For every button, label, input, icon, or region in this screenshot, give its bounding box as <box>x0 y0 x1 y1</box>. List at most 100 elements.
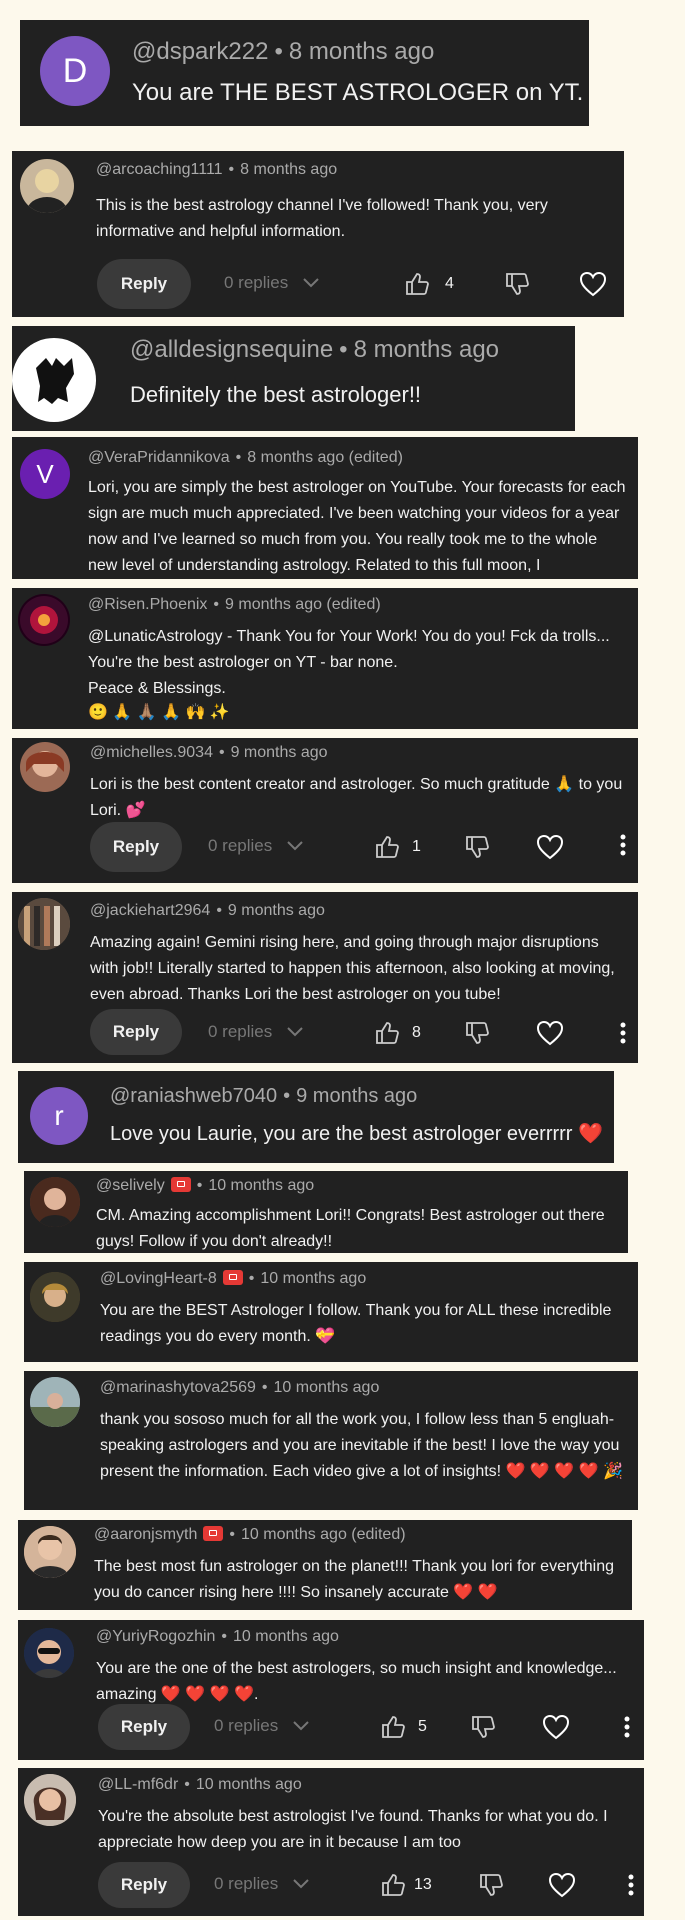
timestamp[interactable]: 8 months ago <box>354 336 499 363</box>
author-handle[interactable]: @dspark222 <box>132 38 268 65</box>
like-icon[interactable] <box>374 834 400 860</box>
more-options-icon[interactable] <box>624 1716 630 1738</box>
person-photo-icon <box>30 1377 80 1427</box>
dislike-icon[interactable] <box>464 834 490 860</box>
comment-header: @aaronjsmyth • 10 months ago (edited) <box>94 1526 406 1543</box>
comment-card: r @raniashweb7040 • 9 months ago Love you … <box>18 1071 614 1163</box>
person-photo-icon <box>30 1177 80 1227</box>
replies-toggle[interactable]: 0 replies <box>208 1022 304 1042</box>
like-count: 4 <box>445 275 454 292</box>
replies-toggle[interactable]: 0 replies <box>214 1716 310 1736</box>
comment-text: You are the BEST Astrologer I follow. Th… <box>100 1302 612 1345</box>
avatar[interactable] <box>30 1272 80 1322</box>
reply-button[interactable]: Reply <box>98 1704 190 1750</box>
avatar[interactable] <box>12 338 96 422</box>
author-handle[interactable]: @marinashytova2569 <box>100 1379 256 1396</box>
timestamp[interactable]: 9 months ago <box>231 744 328 761</box>
author-handle[interactable]: @LovingHeart-8 <box>100 1270 217 1287</box>
avatar[interactable] <box>30 1377 80 1427</box>
comment-card: D @dspark222 • 8 months ago You are THE BE… <box>20 20 589 126</box>
timestamp[interactable]: 10 months ago <box>233 1628 339 1645</box>
heart-icon[interactable] <box>542 1714 570 1740</box>
replies-count: 0 replies <box>224 273 289 292</box>
reply-button[interactable]: Reply <box>97 259 191 309</box>
like-count: 13 <box>414 1876 432 1893</box>
timestamp[interactable]: 8 months ago (edited) <box>247 449 403 466</box>
like-icon[interactable] <box>374 1020 400 1046</box>
heart-icon[interactable] <box>548 1872 576 1898</box>
replies-toggle[interactable]: 0 replies <box>208 836 304 856</box>
author-handle[interactable]: @michelles.9034 <box>90 744 213 761</box>
reply-button[interactable]: Reply <box>90 1009 182 1055</box>
comment-header: @YuriyRogozhin • 10 months ago <box>96 1628 339 1645</box>
avatar[interactable] <box>18 594 70 646</box>
replies-count: 0 replies <box>214 1716 279 1735</box>
like-count: 5 <box>418 1718 427 1735</box>
avatar[interactable] <box>20 742 70 792</box>
author-handle[interactable]: @arcoaching1111 <box>96 161 223 178</box>
reply-button[interactable]: Reply <box>90 822 182 872</box>
author-handle[interactable]: @jackiehart2964 <box>90 902 210 919</box>
author-handle[interactable]: @LL-mf6dr <box>98 1776 178 1793</box>
avatar[interactable] <box>30 1177 80 1227</box>
avatar[interactable]: D <box>40 36 110 106</box>
like-count: 8 <box>412 1024 421 1041</box>
comment-actions: Reply 0 replies 1 <box>12 822 638 872</box>
member-badge-icon <box>203 1526 224 1541</box>
timestamp[interactable]: 10 months ago <box>196 1776 302 1793</box>
replies-count: 0 replies <box>208 1022 273 1041</box>
comment-header: @dspark222 • 8 months ago <box>132 38 435 65</box>
author-handle[interactable]: @selively <box>96 1177 165 1194</box>
author-handle[interactable]: @YuriyRogozhin <box>96 1628 215 1645</box>
more-options-icon[interactable] <box>620 1022 626 1044</box>
timestamp[interactable]: 8 months ago <box>240 161 337 178</box>
more-options-icon[interactable] <box>628 1874 634 1896</box>
author-handle[interactable]: @raniashweb7040 <box>110 1085 277 1107</box>
timestamp[interactable]: 9 months ago <box>228 902 325 919</box>
timestamp[interactable]: 10 months ago <box>274 1379 380 1396</box>
chevron-down-icon <box>293 1879 309 1889</box>
timestamp[interactable]: 9 months ago <box>296 1085 417 1107</box>
replies-toggle[interactable]: 0 replies <box>214 1874 310 1894</box>
person-photo-icon <box>30 1272 80 1322</box>
dislike-icon[interactable] <box>478 1872 504 1898</box>
replies-count: 0 replies <box>208 836 273 855</box>
heart-icon[interactable] <box>536 834 564 860</box>
avatar[interactable]: r <box>30 1087 88 1145</box>
avatar[interactable] <box>24 1526 76 1578</box>
comment-text: CM. Amazing accomplishment Lori!! Congra… <box>96 1207 605 1250</box>
replies-count: 0 replies <box>214 1874 279 1893</box>
person-photo-icon <box>24 1526 76 1578</box>
heart-icon[interactable] <box>579 271 607 297</box>
avatar[interactable] <box>18 898 70 950</box>
dislike-icon[interactable] <box>470 1714 496 1740</box>
like-icon[interactable] <box>380 1714 406 1740</box>
avatar[interactable] <box>24 1628 74 1678</box>
author-handle[interactable]: @VeraPridannikova <box>88 449 230 466</box>
author-handle[interactable]: @Risen.Phoenix <box>88 596 207 613</box>
timestamp[interactable]: 10 months ago (edited) <box>241 1526 406 1543</box>
timestamp[interactable]: 10 months ago <box>208 1177 314 1194</box>
timestamp[interactable]: 8 months ago <box>289 38 434 65</box>
comment-header: @michelles.9034 • 9 months ago <box>90 744 328 761</box>
avatar[interactable] <box>20 159 74 213</box>
author-handle[interactable]: @alldesignsequine <box>130 336 333 363</box>
member-badge-icon <box>222 1270 243 1285</box>
timestamp[interactable]: 10 months ago <box>260 1270 366 1287</box>
dislike-icon[interactable] <box>504 271 530 297</box>
heart-icon[interactable] <box>536 1020 564 1046</box>
replies-toggle[interactable]: 0 replies <box>224 273 320 293</box>
reply-button[interactable]: Reply <box>98 1862 190 1908</box>
avatar[interactable] <box>24 1774 76 1826</box>
avatar[interactable]: V <box>20 449 70 499</box>
comment-text: Lori is the best content creator and ast… <box>90 776 623 819</box>
like-icon[interactable] <box>380 1872 406 1898</box>
timestamp[interactable]: 9 months ago (edited) <box>225 596 381 613</box>
more-options-icon[interactable] <box>620 834 626 856</box>
author-handle[interactable]: @aaronjsmyth <box>94 1526 197 1543</box>
dislike-icon[interactable] <box>464 1020 490 1046</box>
comment-card: @LL-mf6dr • 10 months ago You're the absol… <box>18 1768 644 1916</box>
emoji-line: 🙂 🙏 🙏🏽 🙏 🙌 ✨ <box>88 704 230 721</box>
person-photo-icon <box>27 169 67 213</box>
like-icon[interactable] <box>404 271 430 297</box>
